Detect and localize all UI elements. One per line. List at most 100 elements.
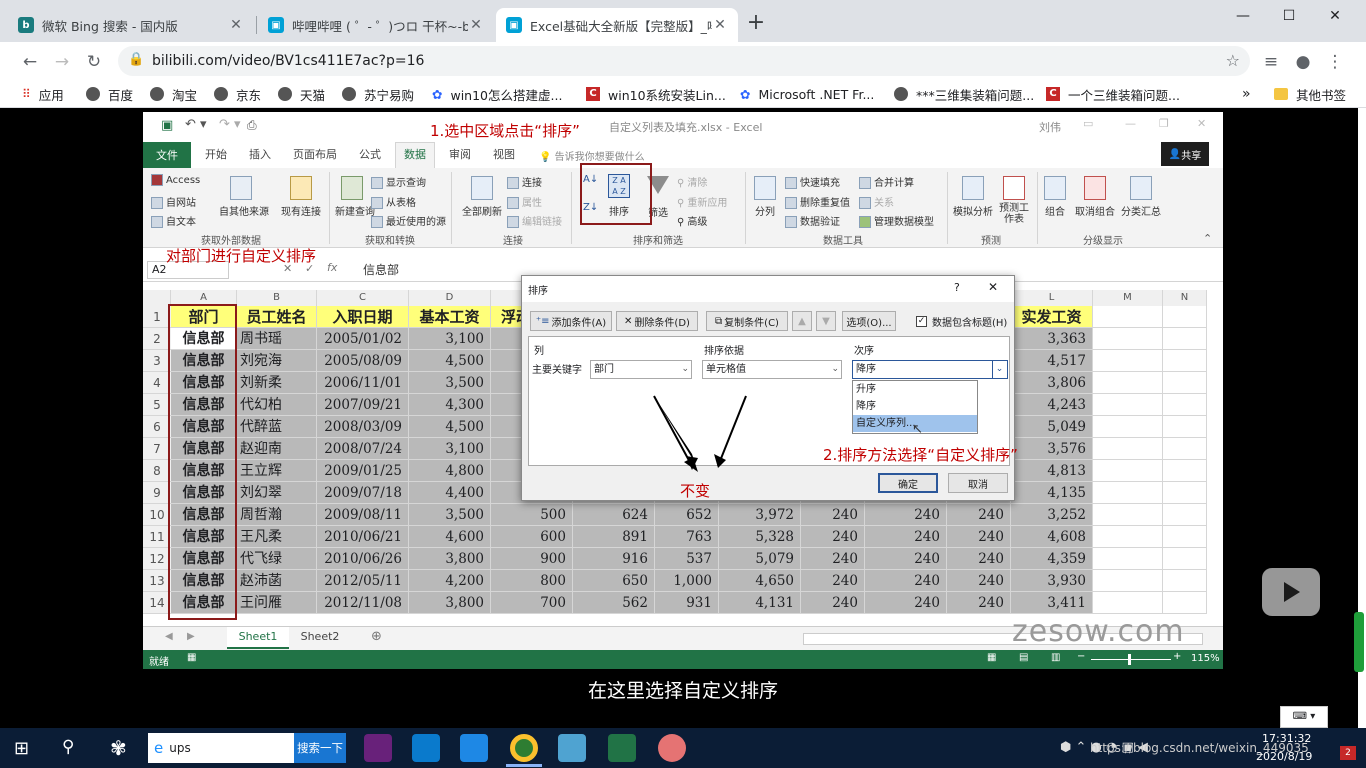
- tab-view[interactable]: 视图: [493, 146, 515, 162]
- search-icon[interactable]: ⚲: [62, 737, 74, 757]
- page-break-icon[interactable]: ▥: [1051, 652, 1060, 663]
- empty-cell[interactable]: [1093, 504, 1163, 526]
- connections-button[interactable]: 连接: [507, 174, 542, 189]
- header-cell[interactable]: 实发工资: [1011, 306, 1093, 328]
- table-cell[interactable]: 3,800: [409, 592, 491, 614]
- empty-cell[interactable]: [1163, 416, 1207, 438]
- header-cell[interactable]: 基本工资: [409, 306, 491, 328]
- table-cell[interactable]: 240: [947, 526, 1011, 548]
- table-cell[interactable]: 代飞绿: [237, 548, 317, 570]
- table-cell[interactable]: 240: [801, 570, 865, 592]
- table-cell[interactable]: 4,135: [1011, 482, 1093, 504]
- table-cell[interactable]: 2005/01/02: [317, 328, 409, 350]
- table-cell[interactable]: 周哲瀚: [237, 504, 317, 526]
- table-cell[interactable]: 4,608: [1011, 526, 1093, 548]
- data-validation-button[interactable]: 数据验证: [785, 213, 840, 228]
- edit-links-button[interactable]: 编辑链接: [507, 213, 562, 228]
- table-cell[interactable]: 600: [491, 526, 573, 548]
- table-cell[interactable]: 240: [865, 526, 947, 548]
- table-cell[interactable]: 赵沛菡: [237, 570, 317, 592]
- empty-cell[interactable]: [1163, 350, 1207, 372]
- bookmark-item[interactable]: ✿ win10怎么搭建虚...: [432, 84, 562, 104]
- table-cell[interactable]: 3,806: [1011, 372, 1093, 394]
- table-cell[interactable]: 4,359: [1011, 548, 1093, 570]
- table-cell[interactable]: 4,243: [1011, 394, 1093, 416]
- empty-cell[interactable]: [1093, 570, 1163, 592]
- cancel-button[interactable]: 取消: [948, 473, 1008, 493]
- empty-cell[interactable]: [1163, 592, 1207, 614]
- consolidate-button[interactable]: 合并计算: [859, 174, 914, 189]
- column-header[interactable]: N: [1163, 290, 1207, 306]
- help-icon[interactable]: ?: [954, 281, 960, 294]
- maximize-icon[interactable]: ☐: [1266, 0, 1312, 32]
- sort-by-select[interactable]: 部门 ⌄: [590, 360, 692, 379]
- visual-studio-icon[interactable]: [364, 734, 392, 762]
- table-cell[interactable]: 4,517: [1011, 350, 1093, 372]
- relationships-button[interactable]: 关系: [859, 194, 894, 209]
- empty-cell[interactable]: [1163, 460, 1207, 482]
- properties-button[interactable]: 属性: [507, 194, 542, 209]
- reload-icon[interactable]: ↻: [83, 51, 105, 73]
- table-cell[interactable]: 4,650: [719, 570, 801, 592]
- empty-cell[interactable]: [1093, 372, 1163, 394]
- select-all[interactable]: [143, 290, 171, 306]
- empty-cell[interactable]: [1163, 482, 1207, 504]
- sort-on-select[interactable]: 单元格值 ⌄: [702, 360, 842, 379]
- subtotal-button[interactable]: 分类汇总: [1119, 176, 1163, 218]
- empty-cell[interactable]: [1093, 438, 1163, 460]
- bookmark-item[interactable]: 苏宁易购: [342, 84, 414, 104]
- row-header[interactable]: 13: [143, 570, 171, 592]
- table-cell[interactable]: 240: [947, 504, 1011, 526]
- share-button[interactable]: 👤 共享: [1161, 142, 1209, 166]
- table-cell[interactable]: 4,800: [409, 460, 491, 482]
- undo-icon[interactable]: ↶ ▾: [185, 117, 207, 132]
- tab-home[interactable]: 开始: [205, 146, 227, 162]
- row-header[interactable]: 12: [143, 548, 171, 570]
- header-cell[interactable]: 入职日期: [317, 306, 409, 328]
- empty-cell[interactable]: [1093, 482, 1163, 504]
- back-icon[interactable]: ←: [19, 51, 41, 73]
- tell-me-box[interactable]: 💡 告诉我你想要做什么: [539, 148, 645, 163]
- row-header[interactable]: 6: [143, 416, 171, 438]
- from-table-button[interactable]: 从表格: [371, 194, 416, 209]
- page-layout-icon[interactable]: ▤: [1019, 652, 1028, 663]
- tab-page-layout[interactable]: 页面布局: [293, 146, 337, 162]
- prev-sheet-icon[interactable]: ◀: [165, 631, 173, 642]
- bookmark-item[interactable]: 京东: [214, 84, 261, 104]
- table-cell[interactable]: 4,131: [719, 592, 801, 614]
- bilibili-tv-icon[interactable]: [1262, 568, 1320, 616]
- macro-icon[interactable]: ▦: [187, 652, 196, 663]
- table-cell[interactable]: 刘宛海: [237, 350, 317, 372]
- row-header[interactable]: 4: [143, 372, 171, 394]
- bookmark-other[interactable]: 其他书签: [1274, 84, 1346, 104]
- remove-duplicates-button[interactable]: 删除重复值: [785, 194, 850, 209]
- table-cell[interactable]: 537: [655, 548, 719, 570]
- vscode-icon[interactable]: [412, 734, 440, 762]
- bookmark-item[interactable]: C 一个三维装箱问题...: [1046, 84, 1180, 104]
- sheet-tab[interactable]: Sheet2: [289, 627, 351, 649]
- table-cell[interactable]: 4,813: [1011, 460, 1093, 482]
- table-cell[interactable]: 763: [655, 526, 719, 548]
- app-window-icon[interactable]: [460, 734, 488, 762]
- table-cell[interactable]: 562: [573, 592, 655, 614]
- empty-cell[interactable]: [1093, 548, 1163, 570]
- row-header[interactable]: 9: [143, 482, 171, 504]
- row-header[interactable]: 8: [143, 460, 171, 482]
- zoom-out-icon[interactable]: −: [1077, 651, 1085, 662]
- minimize-icon[interactable]: —: [1125, 117, 1136, 130]
- new-query-button[interactable]: 新建查询: [335, 176, 375, 218]
- table-cell[interactable]: 240: [865, 548, 947, 570]
- table-cell[interactable]: 240: [801, 504, 865, 526]
- function-icon[interactable]: fx: [327, 261, 337, 274]
- table-cell[interactable]: 王问雁: [237, 592, 317, 614]
- add-level-button[interactable]: ⁺≡ 添加条件(A): [530, 311, 612, 331]
- column-header[interactable]: L: [1011, 290, 1093, 306]
- empty-cell[interactable]: [1093, 328, 1163, 350]
- table-cell[interactable]: 3,972: [719, 504, 801, 526]
- close-icon[interactable]: ✕: [1197, 117, 1206, 130]
- table-cell[interactable]: 5,328: [719, 526, 801, 548]
- formula-input[interactable]: 信息部: [363, 261, 399, 278]
- table-cell[interactable]: 652: [655, 504, 719, 526]
- table-cell[interactable]: 王立辉: [237, 460, 317, 482]
- table-cell[interactable]: 240: [801, 526, 865, 548]
